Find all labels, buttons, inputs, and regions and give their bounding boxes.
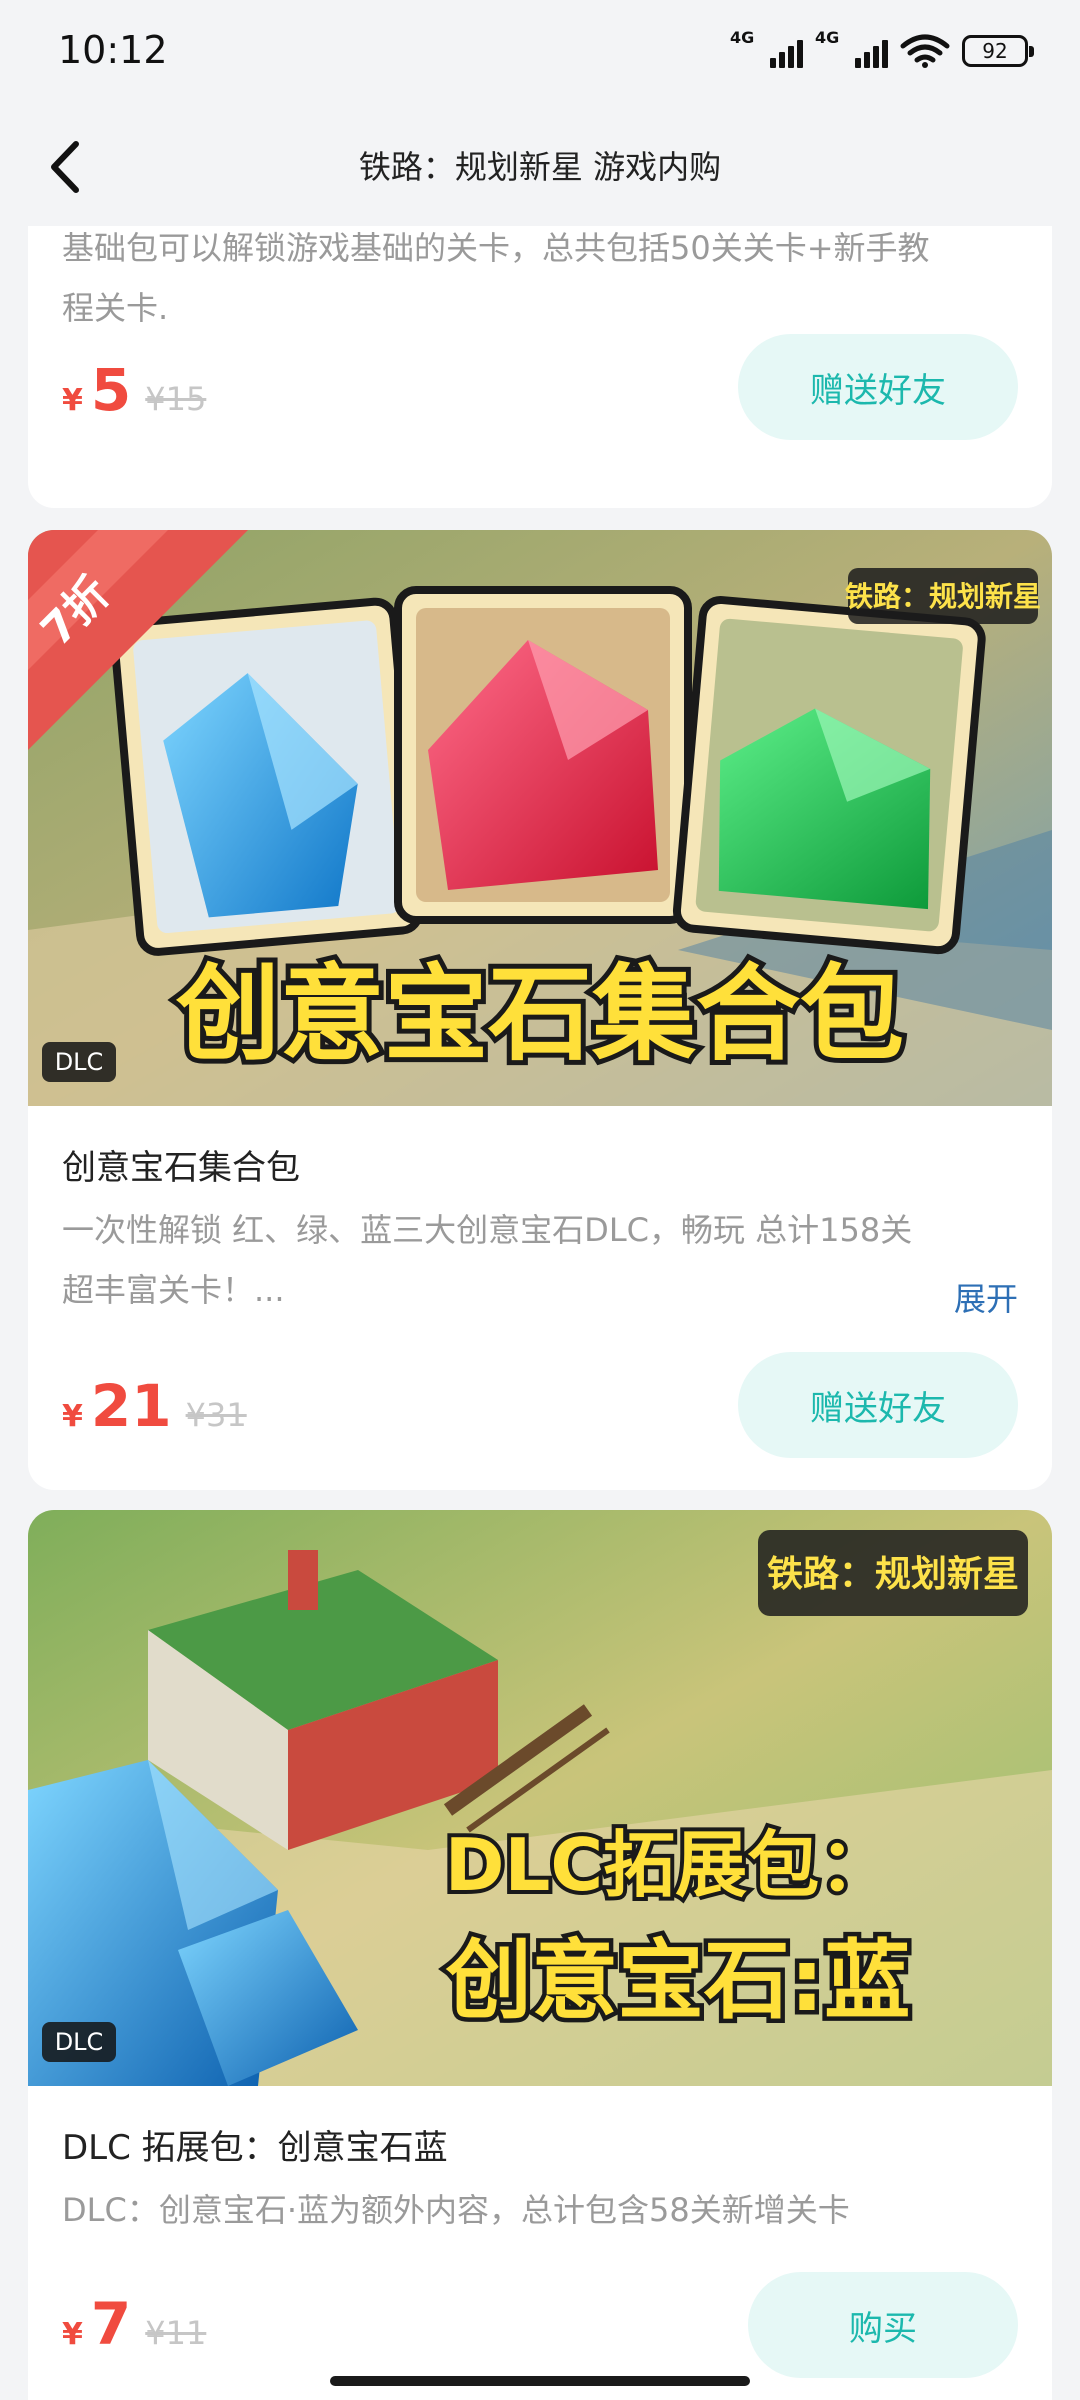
product-card-gem-bundle[interactable]: 7折 铁路：规划新星 创意宝石集合包 DLC 创意宝石集合包 一次性解锁 红、绿…	[28, 530, 1052, 1490]
dlc-badge: DLC	[42, 1042, 116, 1082]
battery-icon: 92	[962, 35, 1034, 67]
banner-headline: 创意宝石集合包	[176, 953, 904, 1075]
dlc-badge: DLC	[42, 2022, 116, 2062]
description-line: 一次性解锁 红、绿、蓝三大创意宝石DLC，畅玩 总计158关	[62, 1211, 913, 1249]
price-row: ¥ 21 ¥31	[62, 1372, 247, 1440]
clock: 10:12	[58, 28, 168, 72]
gift-friend-button[interactable]: 赠送好友	[738, 1352, 1018, 1458]
price-row: ¥ 5 ¥15	[62, 356, 206, 424]
home-indicator[interactable]	[330, 2376, 750, 2386]
description-line: 超丰富关卡！...	[62, 1271, 285, 1309]
banner-headline: 创意宝石:蓝	[446, 1931, 910, 2031]
current-price: 7	[90, 2290, 132, 2358]
price-row: ¥ 7 ¥11	[62, 2290, 206, 2358]
current-price: 5	[90, 356, 132, 424]
current-price: 21	[90, 1372, 172, 1440]
original-price: ¥15	[145, 380, 207, 418]
description-line: 基础包可以解锁游戏基础的关卡，总共包括50关关卡+新手教	[62, 229, 930, 267]
product-title: 创意宝石集合包	[62, 1148, 300, 1188]
original-price: ¥11	[145, 2314, 207, 2352]
currency-symbol: ¥	[62, 1399, 83, 1434]
wifi-icon	[900, 34, 950, 68]
product-card-base: 基础包可以解锁游戏基础的关卡，总共包括50关关卡+新手教 程关卡. ¥ 5 ¥1…	[28, 226, 1052, 508]
network-type-label: 4G	[815, 28, 840, 47]
gift-friend-button[interactable]: 赠送好友	[738, 334, 1018, 440]
buy-button[interactable]: 购买	[748, 2272, 1018, 2378]
product-title: DLC 拓展包：创意宝石蓝	[62, 2128, 448, 2168]
expand-link[interactable]: 展开	[954, 1274, 1018, 1320]
product-banner-image: 铁路：规划新星 DLC拓展包： 创意宝石:蓝	[28, 1510, 1052, 2086]
product-banner-image: 7折 铁路：规划新星 创意宝石集合包	[28, 530, 1052, 1106]
description-line: DLC：创意宝石·蓝为额外内容，总计包含58关新增关卡	[62, 2191, 850, 2229]
banner-headline: DLC拓展包：	[445, 1823, 892, 1907]
game-logo-text: 铁路：规划新星	[767, 1554, 1019, 1595]
network-type-label: 4G	[730, 28, 755, 47]
original-price: ¥31	[185, 1396, 247, 1434]
purchase-list[interactable]: 基础包可以解锁游戏基础的关卡，总共包括50关关卡+新手教 程关卡. ¥ 5 ¥1…	[0, 226, 1080, 2400]
page-title: 铁路：规划新星 游戏内购	[358, 148, 722, 186]
product-description: DLC：创意宝石·蓝为额外内容，总计包含58关新增关卡	[28, 2180, 884, 2240]
nav-bar: 铁路：规划新星 游戏内购	[0, 110, 1080, 226]
description-line: 程关卡.	[62, 289, 169, 327]
product-description: 一次性解锁 红、绿、蓝三大创意宝石DLC，畅玩 总计158关 超丰富关卡！...	[28, 1200, 946, 1320]
product-card-blue-dlc[interactable]: 铁路：规划新星 DLC拓展包： 创意宝石:蓝 DLC DLC 拓展包：创意宝石蓝…	[28, 1510, 1052, 2400]
currency-symbol: ¥	[62, 2317, 83, 2352]
signal-icon: 4G	[815, 28, 888, 68]
signal-icon: 4G	[730, 28, 803, 68]
currency-symbol: ¥	[62, 383, 83, 418]
game-logo-text: 铁路：规划新星	[845, 580, 1041, 613]
status-icons: 4G 4G 92	[730, 28, 1034, 68]
status-bar: 10:12 4G 4G 92	[0, 0, 1080, 110]
product-description: 基础包可以解锁游戏基础的关卡，总共包括50关关卡+新手教 程关卡.	[28, 226, 964, 338]
